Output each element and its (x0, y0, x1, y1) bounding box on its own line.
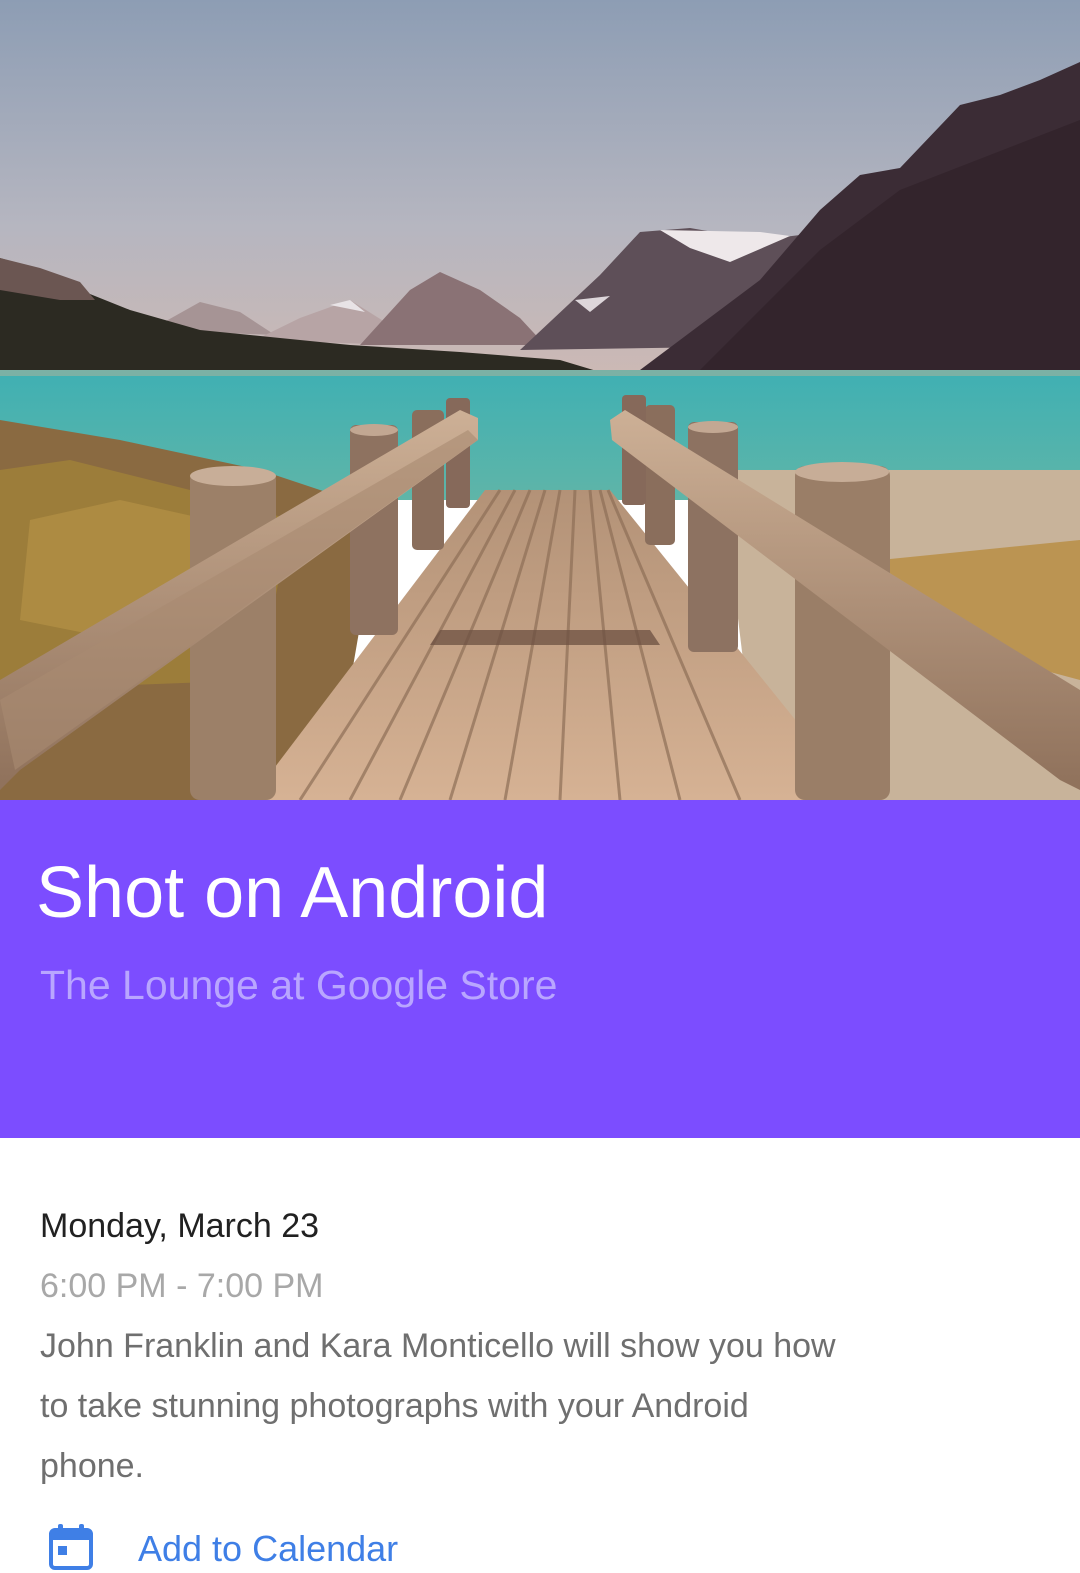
hero-image (0, 0, 1080, 800)
add-to-calendar-button[interactable]: Add to Calendar (40, 1516, 440, 1570)
calendar-icon (49, 1524, 93, 1570)
event-date: Monday, March 23 (40, 1207, 320, 1245)
event-location: The Lounge at Google Store (40, 962, 558, 1008)
event-title: Shot on Android (36, 853, 549, 933)
event-time: 6:00 PM - 7:00 PM (40, 1267, 324, 1305)
add-to-calendar-label: Add to Calendar (138, 1528, 399, 1569)
event-description: John Franklin and Kara Monticello will s… (40, 1327, 836, 1485)
